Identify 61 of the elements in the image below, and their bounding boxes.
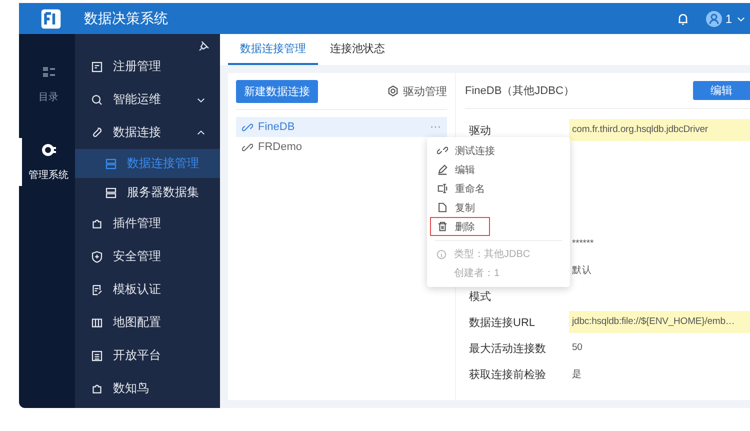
server-icon [105, 158, 117, 170]
submenu-item[interactable]: 服务器数据集 [75, 178, 220, 207]
field-value: 50 [571, 341, 584, 355]
trash-icon [437, 221, 448, 232]
menu-item[interactable]: 插件管理 [75, 207, 220, 240]
field-value: com.fr.third.org.hsqldb.jdbcDriver [569, 119, 750, 141]
menu-item[interactable]: 智能运维 [75, 83, 220, 116]
search-icon [91, 94, 103, 106]
menu-item[interactable]: 安全管理 [75, 240, 220, 273]
field-value: ****** [571, 237, 595, 251]
field-value: 默认 [571, 264, 593, 278]
paperclip-icon [91, 126, 103, 138]
pin-icon [198, 40, 210, 52]
field-label: 数据连接URL [468, 316, 536, 330]
info-icon [436, 248, 447, 260]
user-name[interactable]: 1 [725, 12, 732, 26]
rail-item[interactable]: 目录 [19, 60, 75, 108]
new-connection-button[interactable]: 新建数据连接 [236, 80, 318, 102]
info-text: 创建者：1 [454, 266, 500, 280]
field-value: 是 [571, 368, 583, 382]
menu-item[interactable]: 地图配置 [75, 306, 220, 339]
field-label: 获取连接前检验 [468, 368, 547, 382]
bell-icon [676, 12, 690, 26]
field-label: 驱动 [468, 124, 492, 138]
link-icon [242, 142, 253, 152]
field-value: jdbc:hsqldb:file://${ENV_HOME}/emb… [569, 311, 750, 333]
connection-item[interactable]: FineDB ··· [236, 117, 447, 137]
menu-item[interactable]: 注册管理 [75, 50, 220, 83]
connection-title: FineDB（其他JDBC） [465, 84, 574, 98]
settings-icon [387, 85, 399, 97]
document-icon [91, 284, 103, 296]
rail-label: 目录 [38, 91, 58, 104]
edit-button[interactable]: 编辑 [693, 81, 750, 100]
menu-item[interactable]: 数据连接 [75, 116, 220, 149]
driver-button[interactable]: 驱动管理 [387, 84, 447, 98]
server-icon [105, 186, 117, 198]
menu-item[interactable]: 重命名 [430, 179, 567, 198]
menu-item[interactable]: 编辑 [430, 160, 567, 179]
map-icon [91, 316, 103, 328]
pencil-icon [437, 164, 448, 175]
rename-icon [437, 183, 448, 194]
menu-item[interactable]: 数知鸟 [75, 372, 220, 405]
list-icon [91, 350, 103, 362]
tab[interactable]: 连接池状态 [318, 34, 397, 65]
field-label: 最大活动连接数 [468, 342, 547, 356]
copy-icon [437, 202, 448, 213]
id-card-icon [91, 60, 103, 72]
info-text: 类型：其他JDBC [454, 248, 530, 261]
shield-icon [91, 250, 103, 262]
menu-item[interactable]: 模板认证 [75, 273, 220, 306]
menu-item[interactable]: 复制 [430, 198, 567, 217]
field-label: 模式 [468, 290, 492, 304]
app-title: 数据决策系统 [84, 10, 169, 28]
link-icon [437, 145, 448, 156]
logo-icon [40, 8, 62, 30]
avatar-icon [706, 10, 722, 26]
rail-label: 管理系统 [28, 168, 68, 182]
link-icon [242, 122, 253, 132]
menu-item[interactable]: 删除 [430, 217, 490, 236]
tab[interactable]: 数据连接管理 [228, 34, 318, 65]
menu-item[interactable]: 开放平台 [75, 339, 220, 372]
